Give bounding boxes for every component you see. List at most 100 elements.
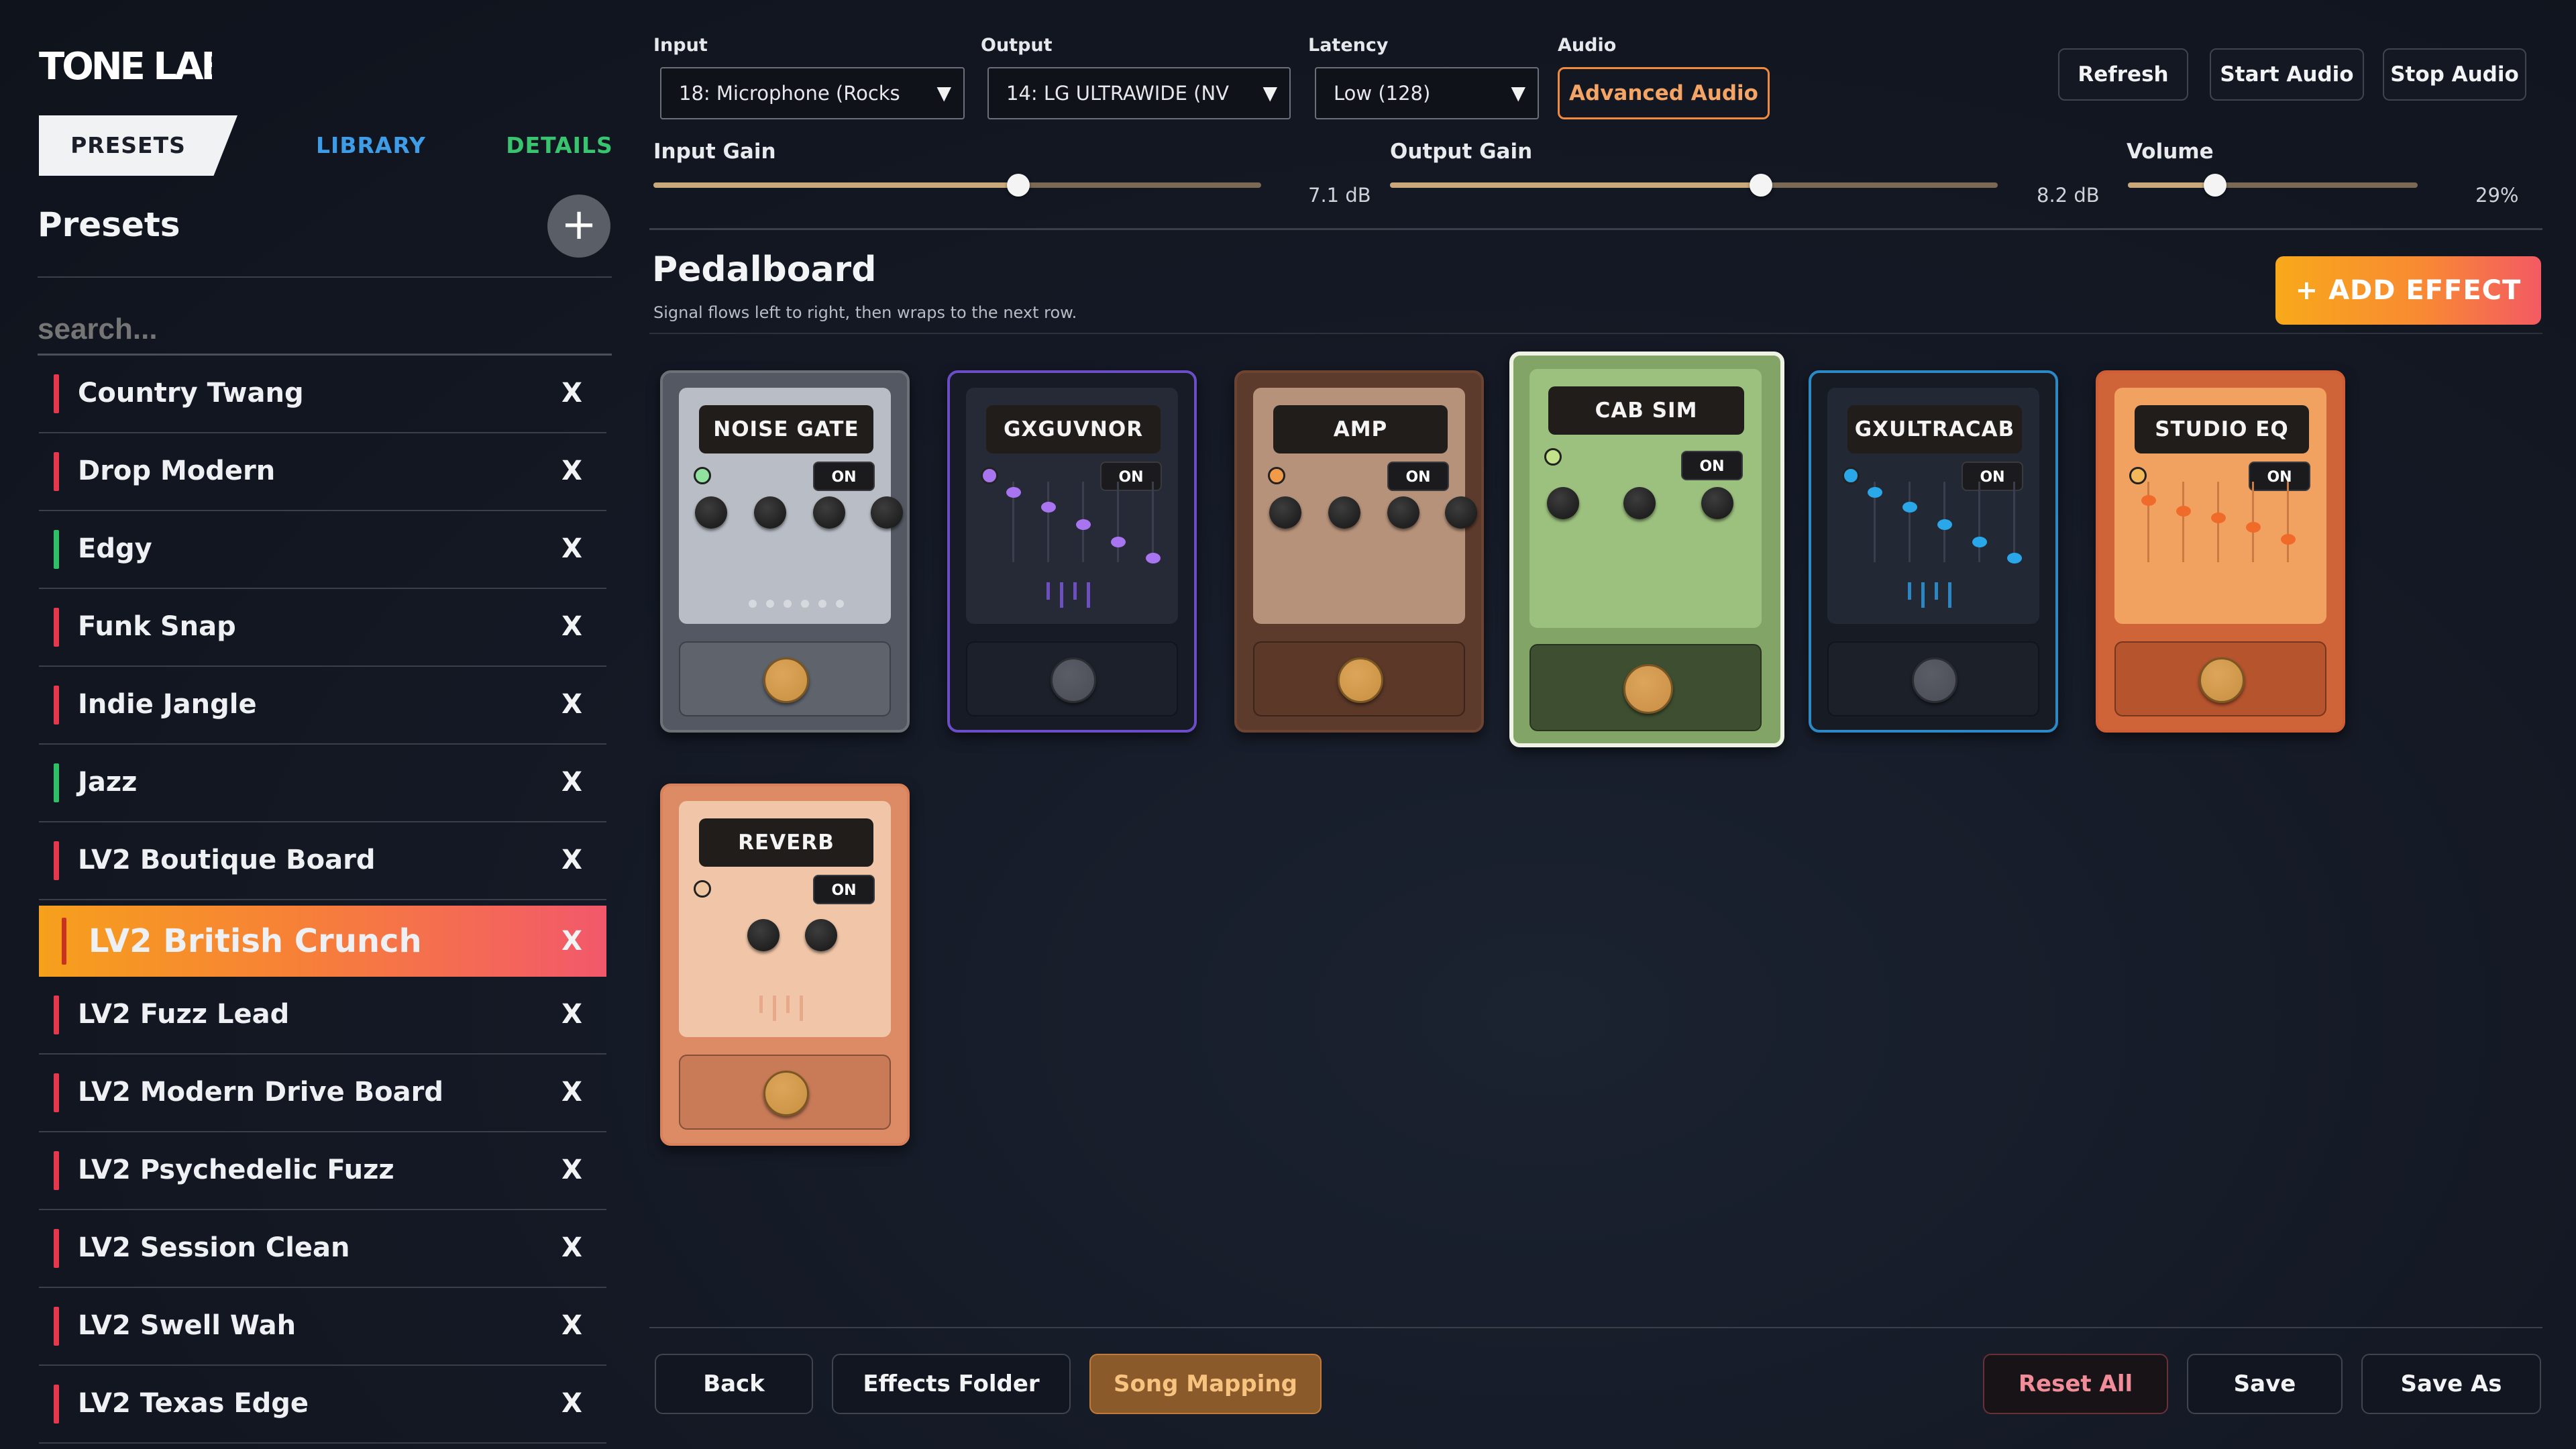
delete-preset-button[interactable]: X — [561, 356, 582, 431]
fader-handle[interactable] — [2141, 495, 2156, 506]
add-effect-button[interactable]: + ADD EFFECT — [2275, 256, 2541, 325]
fader-handle[interactable] — [2176, 506, 2191, 517]
tab-library[interactable]: LIBRARY — [260, 115, 482, 176]
fader-handle[interactable] — [1041, 502, 1056, 513]
preset-item[interactable]: Country Twang X — [39, 356, 606, 433]
advanced-audio-button[interactable]: Advanced Audio — [1558, 67, 1770, 119]
delete-preset-button[interactable]: X — [561, 906, 582, 977]
preset-item[interactable]: Jazz X — [39, 745, 606, 822]
output-gain-thumb[interactable] — [1749, 174, 1772, 197]
reset-all-button[interactable]: Reset All — [1983, 1354, 2168, 1414]
tab-presets[interactable]: PRESETS — [39, 115, 237, 176]
input-device-select[interactable]: 18: Microphone (Rocks ▼ — [660, 67, 965, 119]
preset-item[interactable]: LV2 Boutique Board X — [39, 822, 606, 900]
pedal-knob[interactable] — [1701, 487, 1733, 519]
preset-item[interactable]: Indie Jangle X — [39, 667, 606, 745]
volume-slider[interactable] — [2128, 174, 2418, 197]
pedal-cab-sim[interactable]: CAB SIM ON — [1509, 352, 1784, 747]
preset-item[interactable]: LV2 Psychedelic Fuzz X — [39, 1132, 606, 1210]
start-audio-button[interactable]: Start Audio — [2210, 48, 2364, 101]
output-device-select[interactable]: 14: LG ULTRAWIDE (NV ▼ — [987, 67, 1291, 119]
fader-handle[interactable] — [1146, 553, 1161, 564]
preset-item[interactable]: LV2 Swell Wah X — [39, 1288, 606, 1366]
pedal-on-toggle[interactable]: ON — [813, 462, 875, 491]
back-button[interactable]: Back — [655, 1354, 813, 1414]
fader-handle[interactable] — [1972, 537, 1987, 547]
delete-preset-button[interactable]: X — [561, 822, 582, 898]
footswitch-button[interactable] — [1338, 657, 1383, 703]
fader-handle[interactable] — [1111, 537, 1126, 547]
delete-preset-button[interactable]: X — [561, 1288, 582, 1363]
pedal-knob[interactable] — [871, 496, 903, 529]
preset-item[interactable]: Edgy X — [39, 511, 606, 589]
save-as-button[interactable]: Save As — [2361, 1354, 2541, 1414]
footswitch-button[interactable] — [763, 1071, 809, 1116]
fader-handle[interactable] — [1902, 502, 1917, 513]
fader-handle[interactable] — [1006, 487, 1021, 498]
refresh-button[interactable]: Refresh — [2058, 48, 2188, 101]
pedal-knob[interactable] — [695, 496, 727, 529]
pedal-knob[interactable] — [1445, 496, 1477, 529]
footswitch-button[interactable] — [1912, 657, 1957, 703]
pedal-on-toggle[interactable]: ON — [1681, 451, 1743, 480]
fader-handle[interactable] — [1868, 487, 1882, 498]
delete-preset-button[interactable]: X — [561, 1132, 582, 1208]
delete-preset-button[interactable]: X — [561, 1210, 582, 1285]
pedal-knob[interactable] — [747, 919, 780, 951]
pedal-knob[interactable] — [1269, 496, 1301, 529]
fader-handle[interactable] — [1076, 519, 1091, 530]
tab-details[interactable]: DETAILS — [466, 115, 653, 176]
pedal-on-toggle[interactable]: ON — [813, 875, 875, 904]
latency-select[interactable]: Low (128) ▼ — [1315, 67, 1539, 119]
pedal-amp[interactable]: AMP ON — [1234, 370, 1484, 733]
delete-preset-button[interactable]: X — [561, 589, 582, 664]
pedal-knob[interactable] — [1623, 487, 1656, 519]
delete-preset-button[interactable]: X — [561, 511, 582, 586]
pedal-reverb[interactable]: REVERB ON — [660, 784, 910, 1146]
preset-item[interactable]: LV2 Session Clean X — [39, 1210, 606, 1288]
delete-preset-button[interactable]: X — [561, 667, 582, 742]
pedal-on-toggle[interactable]: ON — [2249, 462, 2310, 491]
delete-preset-button[interactable]: X — [561, 745, 582, 820]
preset-item[interactable]: LV2 British Crunch X — [39, 906, 606, 977]
save-button[interactable]: Save — [2187, 1354, 2343, 1414]
delete-preset-button[interactable]: X — [561, 433, 582, 508]
pedal-noise-gate[interactable]: NOISE GATE ON — [660, 370, 910, 733]
effects-folder-button[interactable]: Effects Folder — [832, 1354, 1071, 1414]
pedal-knob[interactable] — [813, 496, 845, 529]
preset-item[interactable]: Drop Modern X — [39, 433, 606, 511]
preset-item[interactable]: LV2 Texas Edge X — [39, 1366, 606, 1444]
preset-item[interactable]: Funk Snap X — [39, 589, 606, 667]
footswitch-button[interactable] — [1623, 664, 1673, 714]
preset-item[interactable]: LV2 Modern Drive Board X — [39, 1055, 606, 1132]
footswitch-button[interactable] — [763, 657, 809, 703]
output-gain-slider[interactable] — [1390, 174, 1998, 197]
pedal-gxultracab[interactable]: GXULTRACAB ON — [1809, 370, 2058, 733]
volume-thumb[interactable] — [2203, 174, 2226, 197]
fader-handle[interactable] — [2211, 513, 2226, 523]
fader-handle[interactable] — [2007, 553, 2022, 564]
fader-handle[interactable] — [2246, 522, 2261, 533]
fader-handle[interactable] — [2281, 534, 2296, 545]
delete-preset-button[interactable]: X — [561, 1366, 582, 1441]
footswitch-button[interactable] — [2199, 657, 2245, 703]
pedal-knob[interactable] — [1387, 496, 1419, 529]
add-preset-button[interactable]: + — [547, 195, 610, 258]
pedal-knob[interactable] — [754, 496, 786, 529]
delete-preset-button[interactable]: X — [561, 977, 582, 1052]
pedal-gxguvnor[interactable]: GXGUVNOR ON — [947, 370, 1197, 733]
pedal-knob[interactable] — [1328, 496, 1360, 529]
input-gain-slider[interactable] — [653, 174, 1261, 197]
input-gain-thumb[interactable] — [1006, 174, 1030, 197]
preset-search-input[interactable] — [38, 305, 612, 356]
delete-preset-button[interactable]: X — [561, 1055, 582, 1130]
pedal-on-toggle[interactable]: ON — [1387, 462, 1449, 491]
footswitch-button[interactable] — [1051, 657, 1096, 703]
pedal-knob[interactable] — [1547, 487, 1579, 519]
preset-item[interactable]: LV2 Fuzz Lead X — [39, 977, 606, 1055]
stop-audio-button[interactable]: Stop Audio — [2383, 48, 2526, 101]
pedal-knob[interactable] — [805, 919, 837, 951]
fader-handle[interactable] — [1937, 519, 1952, 530]
pedal-studio-eq[interactable]: STUDIO EQ ON — [2096, 370, 2345, 733]
song-mapping-button[interactable]: Song Mapping — [1089, 1354, 1322, 1414]
